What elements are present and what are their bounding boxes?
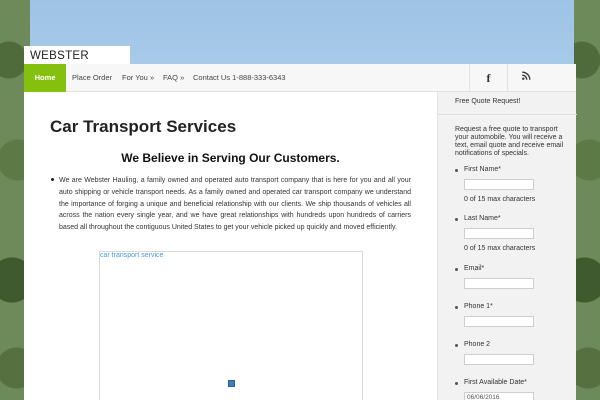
phone-2-input[interactable] [464,354,534,365]
last-name-counter: 0 of 15 max characters [464,245,536,252]
bullet-dot [455,344,458,347]
first-name-label: First Name* [464,166,501,173]
quote-intro-text: Request a free quote to transport your a… [455,126,564,157]
last-name-input[interactable] [464,228,534,239]
nav-item-contact[interactable]: Contact Us 1-888-333-6343 [193,64,286,92]
image-alt-text: car transport service [100,252,164,259]
site-title[interactable]: WEBSTER HAULING [24,46,130,82]
page-title: Car Transport Services [50,117,237,136]
car-transport-image: car transport service [99,251,363,400]
quote-sidebar: Free Quote Request! Request a free quote… [437,92,577,400]
intro-paragraph: We are Webster Hauling, a family owned a… [59,177,411,232]
first-name-counter: 0 of 15 max characters [464,196,536,203]
nav-item-place-order[interactable]: Place Order [72,64,112,92]
background-trees-right [574,0,600,400]
bullet-dot [455,268,458,271]
facebook-icon[interactable]: f [469,64,507,92]
phone-1-input[interactable] [464,316,534,327]
first-available-date-label: First Available Date* [464,379,527,386]
first-name-input[interactable] [464,179,534,190]
quote-widget-title: Free Quote Request! [455,98,521,105]
bullet-dot [455,169,458,172]
broken-image-icon [228,380,235,387]
rss-icon[interactable] [507,64,545,92]
intro-bullet: We are Webster Hauling, a family owned a… [51,175,411,234]
main-navbar: Home Place Order For You » FAQ » Contact… [24,64,576,92]
nav-item-for-you[interactable]: For You » [122,64,154,92]
email-input[interactable] [464,278,534,289]
bullet-dot [455,382,458,385]
rss-glyph [522,71,531,80]
first-available-date-input[interactable] [464,392,534,400]
bullet-dot [51,178,54,181]
sidebar-divider [438,114,577,115]
bullet-dot [455,218,458,221]
nav-item-home[interactable]: Home [24,64,66,92]
phone-1-label: Phone 1* [464,303,493,310]
last-name-label: Last Name* [464,215,501,222]
nav-item-faq[interactable]: FAQ » [163,64,184,92]
phone-2-label: Phone 2 [464,341,491,348]
section-heading: We Believe in Serving Our Customers. [121,151,340,165]
bullet-dot [455,306,458,309]
email-label: Email* [464,265,485,272]
main-content: Car Transport Services We Believe in Ser… [24,92,437,400]
